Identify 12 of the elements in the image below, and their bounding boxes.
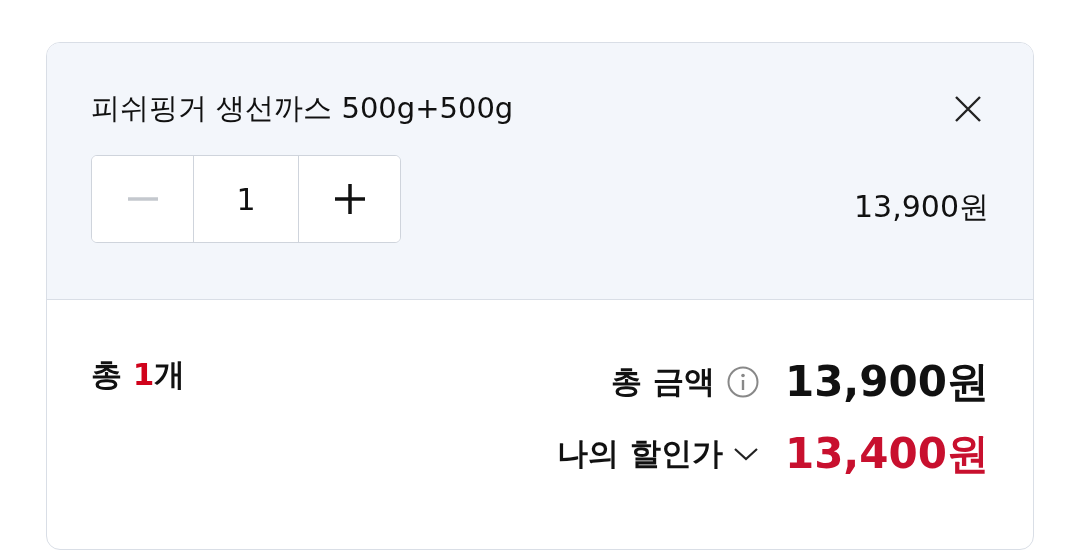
total-count: 총 1개 [91, 355, 186, 394]
plus-icon [334, 184, 365, 214]
close-icon [954, 95, 982, 123]
total-amount: 13,900원 [784, 356, 989, 408]
discount-price: 13,400원 [784, 428, 989, 480]
total-label: 총 금액 [611, 362, 715, 401]
info-icon[interactable] [726, 366, 759, 398]
discount-toggle[interactable]: 나의 할인가 [557, 433, 759, 475]
product-name: 피쉬핑거 생선까스 500g+500g [91, 90, 514, 127]
chevron-icon [732, 446, 759, 462]
item-price: 13,900원 [854, 187, 989, 226]
minus-icon [127, 197, 158, 201]
